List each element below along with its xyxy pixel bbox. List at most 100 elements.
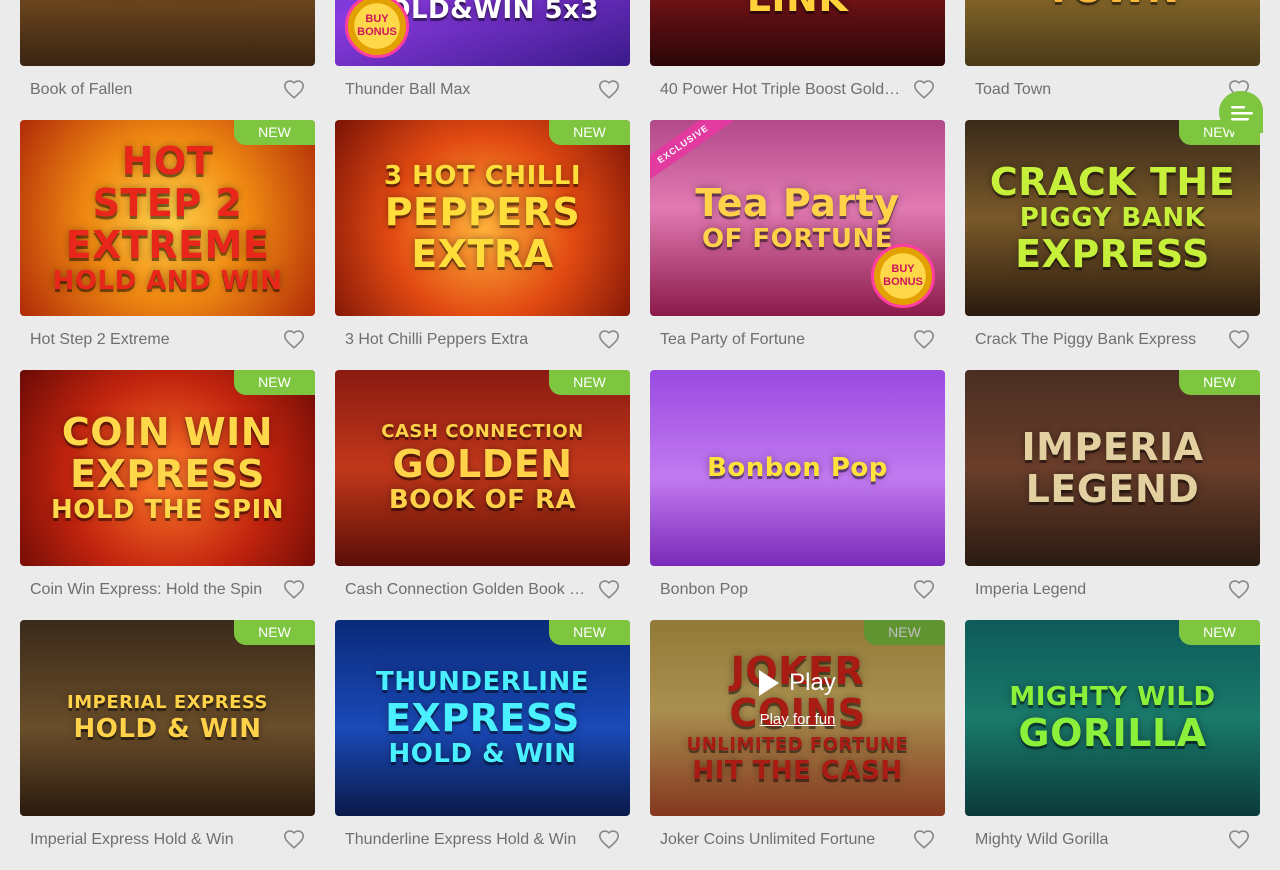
game-art-text: CRACK THE: [989, 160, 1236, 204]
heart-outline-icon[interactable]: [913, 79, 935, 101]
game-card[interactable]: CASH CONNECTION GOLDEN BOOK OF RA NEW Cash C…: [335, 370, 630, 620]
game-title-row: Book of Fallen: [20, 75, 315, 105]
game-art-text: THE FALLEN: [78, 0, 257, 2]
game-thumbnail[interactable]: IMPERIAL EXPRESS HOLD & WIN NEW: [20, 620, 315, 816]
heart-outline-icon[interactable]: [283, 329, 305, 351]
game-art-text: GOLDEN: [392, 442, 573, 486]
game-thumbnail[interactable]: CASH CONNECTION GOLDEN BOOK OF RA NEW: [335, 370, 630, 566]
game-card[interactable]: Bonbon Pop Bonbon Pop: [650, 370, 945, 620]
game-card[interactable]: Triple BOOSTGOLDEN COINSLINK 40 Power Hot…: [650, 0, 945, 120]
game-title-row: Mighty Wild Gorilla: [965, 825, 1260, 855]
new-badge: NEW: [1179, 620, 1260, 645]
game-card[interactable]: TOADTOWN Toad Town: [965, 0, 1260, 120]
play-button[interactable]: Play: [759, 669, 836, 697]
game-card[interactable]: Tea Party OF FORTUNE BUY BONUS EXCLUSIVE Tea…: [650, 120, 945, 370]
game-thumbnail[interactable]: Tea Party OF FORTUNE BUY BONUS EXCLUSIVE: [650, 120, 945, 316]
game-card[interactable]: BOOK OFTHE FALLEN Book of Fallen: [20, 0, 315, 120]
heart-outline-icon[interactable]: [283, 579, 305, 601]
heart-outline-icon[interactable]: [913, 579, 935, 601]
heart-outline-icon[interactable]: [1228, 829, 1250, 851]
heart-outline-icon[interactable]: [1228, 329, 1250, 351]
heart-outline-icon[interactable]: [598, 329, 620, 351]
game-title[interactable]: Cash Connection Golden Book of Ra: [345, 581, 590, 599]
game-card[interactable]: THUNDERLINE EXPRESS HOLD & WIN NEW Thunderli…: [335, 620, 630, 870]
chat-bubble-icon[interactable]: [1218, 89, 1265, 135]
game-card[interactable]: JOKER COINS UNLIMITED FORTUNE HIT THE CASH N…: [650, 620, 945, 870]
new-badge: NEW: [549, 370, 630, 395]
play-for-fun-link[interactable]: Play for fun: [760, 711, 836, 728]
game-art-text: TOWN: [1046, 0, 1180, 8]
game-title[interactable]: Crack The Piggy Bank Express: [975, 331, 1220, 349]
game-card[interactable]: IMPERIA LEGEND NEW Imperia Legend: [965, 370, 1260, 620]
heart-outline-icon[interactable]: [913, 829, 935, 851]
game-thumbnail[interactable]: BALLMAXHOLD&WIN 5x3BUY BONUS: [335, 0, 630, 66]
game-card[interactable]: 3 HOT CHILLI PEPPERS EXTRA NEW 3 Hot Chilli …: [335, 120, 630, 370]
game-thumbnail[interactable]: JOKER COINS UNLIMITED FORTUNE HIT THE CASH N…: [650, 620, 945, 816]
game-title[interactable]: 3 Hot Chilli Peppers Extra: [345, 331, 590, 349]
game-title[interactable]: Joker Coins Unlimited Fortune: [660, 831, 905, 849]
game-title[interactable]: 40 Power Hot Triple Boost Golden Coins L…: [660, 81, 905, 99]
game-thumbnail[interactable]: HOT STEP 2 EXTREME HOLD AND WIN NEW: [20, 120, 315, 316]
game-art-text: LEGEND: [1025, 467, 1200, 511]
game-title[interactable]: Thunder Ball Max: [345, 81, 590, 99]
game-art-text: HOT: [121, 139, 214, 183]
game-art-text: EXPRESS: [70, 452, 265, 496]
game-card[interactable]: HOT STEP 2 EXTREME HOLD AND WIN NEW Hot Step …: [20, 120, 315, 370]
heart-outline-icon[interactable]: [598, 79, 620, 101]
game-thumbnail[interactable]: MIGHTY WILD GORILLA NEW: [965, 620, 1260, 816]
game-art-text: MIGHTY WILD: [1009, 682, 1216, 712]
heart-outline-icon[interactable]: [598, 579, 620, 601]
game-art-text: IMPERIAL EXPRESS: [67, 692, 268, 713]
game-title-row: Thunderline Express Hold & Win: [335, 825, 630, 855]
buy-bonus-badge: BUY BONUS: [345, 0, 409, 58]
new-badge: NEW: [1179, 370, 1260, 395]
game-title[interactable]: Hot Step 2 Extreme: [30, 331, 275, 349]
game-thumbnail[interactable]: THUNDERLINE EXPRESS HOLD & WIN NEW: [335, 620, 630, 816]
game-title[interactable]: Coin Win Express: Hold the Spin: [30, 581, 275, 599]
heart-outline-icon[interactable]: [283, 829, 305, 851]
game-title[interactable]: Book of Fallen: [30, 81, 275, 99]
game-card[interactable]: COIN WIN EXPRESS HOLD THE SPIN NEW Coin Win …: [20, 370, 315, 620]
game-art-text: COIN WIN: [61, 410, 274, 454]
game-title-row: Bonbon Pop: [650, 575, 945, 605]
heart-outline-icon[interactable]: [913, 329, 935, 351]
game-art-text: CASH CONNECTION: [381, 421, 584, 442]
game-thumbnail[interactable]: Bonbon Pop: [650, 370, 945, 566]
game-card[interactable]: IMPERIAL EXPRESS HOLD & WIN NEW Imperial Ex…: [20, 620, 315, 870]
game-thumbnail[interactable]: 3 HOT CHILLI PEPPERS EXTRA NEW: [335, 120, 630, 316]
game-card[interactable]: BALLMAXHOLD&WIN 5x3BUY BONUS Thunder Ball…: [335, 0, 630, 120]
game-title-row: Thunder Ball Max: [335, 75, 630, 105]
game-thumbnail[interactable]: IMPERIA LEGEND NEW: [965, 370, 1260, 566]
new-badge: NEW: [234, 620, 315, 645]
game-art-text: GORILLA: [1018, 711, 1207, 755]
game-art-text: HOLD & WIN: [388, 739, 577, 769]
game-card[interactable]: CRACK THE PIGGY BANK EXPRESS NEW Crack The P…: [965, 120, 1260, 370]
new-badge: NEW: [234, 370, 315, 395]
game-thumbnail[interactable]: COIN WIN EXPRESS HOLD THE SPIN NEW: [20, 370, 315, 566]
heart-outline-icon[interactable]: [598, 829, 620, 851]
game-title-row: Tea Party of Fortune: [650, 325, 945, 355]
game-title[interactable]: Toad Town: [975, 81, 1220, 99]
game-art-text: HOLD THE SPIN: [50, 495, 285, 525]
game-art-text: Bonbon Pop: [707, 453, 888, 483]
play-label: Play: [789, 668, 836, 696]
play-icon: [759, 669, 780, 696]
game-title[interactable]: Imperial Express Hold & Win: [30, 831, 275, 849]
game-thumbnail[interactable]: CRACK THE PIGGY BANK EXPRESS NEW: [965, 120, 1260, 316]
game-title[interactable]: Thunderline Express Hold & Win: [345, 831, 590, 849]
heart-outline-icon[interactable]: [1228, 579, 1250, 601]
heart-outline-icon[interactable]: [283, 79, 305, 101]
game-art-text: HOLD AND WIN: [52, 266, 283, 296]
game-thumbnail[interactable]: TOADTOWN: [965, 0, 1260, 66]
game-card[interactable]: MIGHTY WILD GORILLA NEW Mighty Wild Gorilla: [965, 620, 1260, 870]
game-title[interactable]: Bonbon Pop: [660, 581, 905, 599]
game-title[interactable]: Mighty Wild Gorilla: [975, 831, 1220, 849]
game-title[interactable]: Imperia Legend: [975, 581, 1220, 599]
game-art-text: EXPRESS: [385, 696, 580, 740]
game-title-row: Coin Win Express: Hold the Spin: [20, 575, 315, 605]
game-thumbnail[interactable]: BOOK OFTHE FALLEN: [20, 0, 315, 66]
game-thumbnail[interactable]: Triple BOOSTGOLDEN COINSLINK: [650, 0, 945, 66]
game-title[interactable]: Tea Party of Fortune: [660, 331, 905, 349]
play-overlay: Play Play for fun: [650, 620, 945, 816]
buy-bonus-badge: BUY BONUS: [871, 244, 935, 308]
